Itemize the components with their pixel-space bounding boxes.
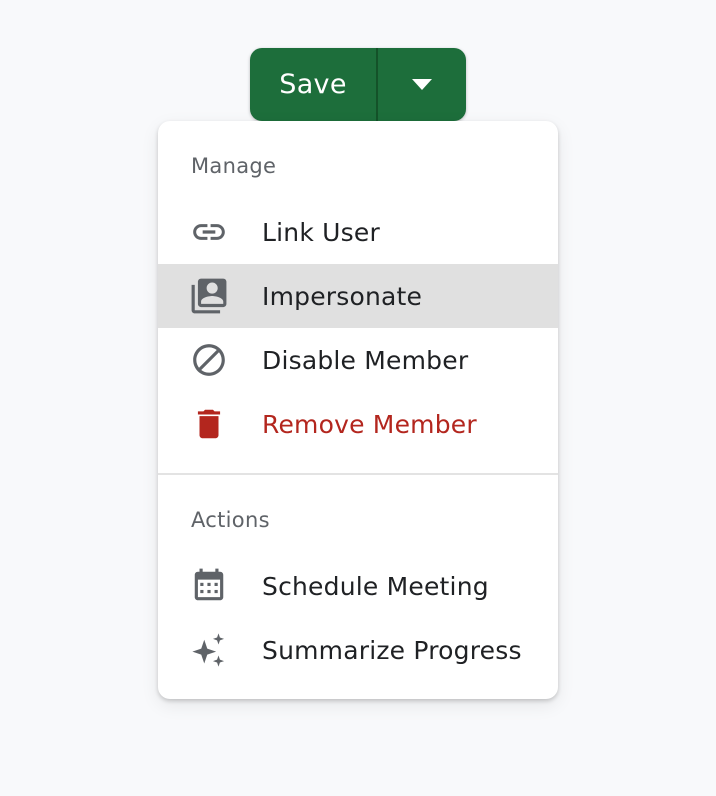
menu-item-remove-member[interactable]: Remove Member: [158, 392, 558, 456]
save-options-toggle[interactable]: [378, 48, 466, 121]
menu-divider: [158, 473, 558, 475]
calendar-icon: [190, 567, 228, 605]
menu-item-label: Schedule Meeting: [262, 571, 489, 601]
section-header-actions: Actions: [191, 508, 270, 532]
save-split-button: Save: [250, 48, 466, 121]
menu-item-label: Summarize Progress: [262, 635, 522, 665]
menu-item-impersonate[interactable]: Impersonate: [158, 264, 558, 328]
page: Save Manage Link User Impersonate Disabl…: [0, 0, 716, 796]
trash-icon: [190, 405, 228, 443]
menu-item-link-user[interactable]: Link User: [158, 200, 558, 264]
sparkle-icon: [190, 631, 228, 669]
menu-item-label: Disable Member: [262, 345, 469, 375]
menu-item-label: Impersonate: [262, 281, 423, 311]
menu-item-disable-member[interactable]: Disable Member: [158, 328, 558, 392]
save-button[interactable]: Save: [250, 48, 376, 121]
impersonate-icon: [190, 277, 228, 315]
section-header-manage: Manage: [191, 154, 277, 178]
menu-item-schedule-meeting[interactable]: Schedule Meeting: [158, 554, 558, 618]
dropdown-menu: Manage Link User Impersonate Disable Mem…: [158, 121, 558, 699]
link-icon: [190, 213, 228, 251]
menu-item-label: Link User: [262, 217, 380, 247]
caret-down-icon: [412, 78, 432, 90]
menu-item-summarize-progress[interactable]: Summarize Progress: [158, 618, 558, 682]
menu-item-label: Remove Member: [262, 409, 477, 439]
block-icon: [190, 341, 228, 379]
